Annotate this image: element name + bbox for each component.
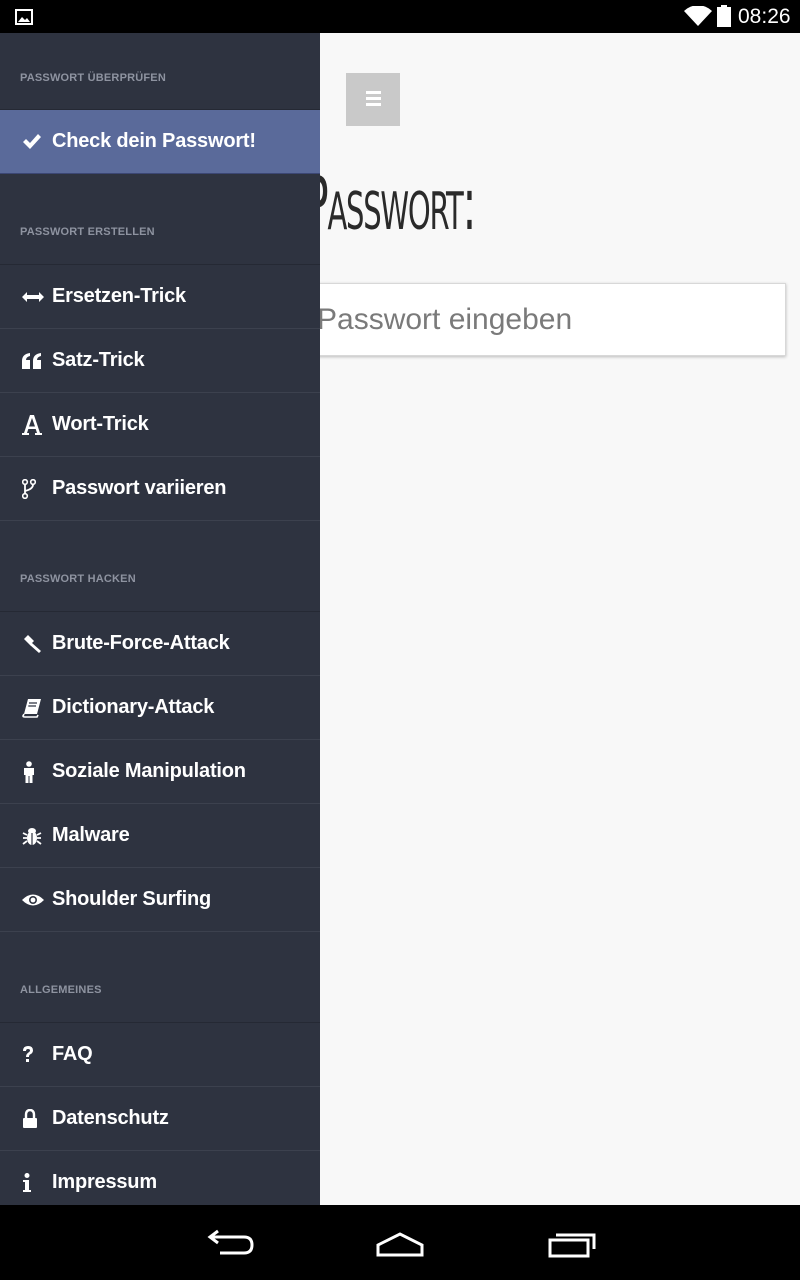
drawer-item-label: FAQ [52,1043,93,1065]
drawer-item-label: Malware [52,824,130,846]
drawer-item-label: Ersetzen-Trick [52,285,186,307]
password-input[interactable] [296,283,786,356]
drawer-item-label: Brute-Force-Attack [52,632,230,654]
drawer-item-label: Impressum [52,1171,157,1193]
drawer-item-faq[interactable]: FAQ [0,1023,320,1087]
drawer-item-dictionary-attack[interactable]: Dictionary-Attack [0,676,320,740]
drawer-item-ersetzen-trick[interactable]: Ersetzen-Trick [0,265,320,329]
hamburger-icon-bar [366,103,381,106]
image-notification-icon [15,9,33,25]
font-icon [0,414,52,435]
drawer-item-datenschutz[interactable]: Datenschutz [0,1087,320,1151]
section-label-hack: PASSWORT HACKEN [0,521,320,612]
navigation-drawer: PASSWORT ÜBERPRÜFEN Check dein Passwort!… [0,33,320,1205]
drawer-item-check-password[interactable]: Check dein Passwort! [0,110,320,174]
drawer-item-label: Wort-Trick [52,413,149,435]
drawer-item-malware[interactable]: Malware [0,804,320,868]
battery-icon [717,5,731,27]
info-icon [0,1172,52,1193]
section-label-check: PASSWORT ÜBERPRÜFEN [0,33,320,110]
system-navigation-bar [0,1205,800,1280]
hamburger-icon-bar [366,97,381,100]
person-icon [0,760,52,783]
question-icon [0,1045,52,1064]
drawer-item-label: Check dein Passwort! [52,130,256,152]
drawer-item-label: Satz-Trick [52,349,145,371]
branch-icon [0,478,52,499]
drawer-item-label: Datenschutz [52,1107,169,1129]
back-button[interactable] [200,1223,260,1263]
drawer-item-brute-force[interactable]: Brute-Force-Attack [0,612,320,676]
status-bar: 08:26 [0,0,800,33]
menu-toggle-button[interactable] [346,73,400,126]
drawer-item-satz-trick[interactable]: Satz-Trick [0,329,320,393]
section-label-create: PASSWORT ERSTELLEN [0,174,320,265]
drawer-item-label: Soziale Manipulation [52,760,246,782]
gavel-icon [0,634,52,654]
quote-icon [0,352,52,369]
drawer-item-soziale-manipulation[interactable]: Soziale Manipulation [0,740,320,804]
clock: 08:26 [738,5,791,28]
bug-icon [0,826,52,846]
hamburger-icon [366,91,381,94]
drawer-item-shoulder-surfing[interactable]: Shoulder Surfing [0,868,320,932]
drawer-item-passwort-variieren[interactable]: Passwort variieren [0,457,320,521]
book-icon [0,698,52,718]
check-icon [0,133,52,151]
eye-icon [0,893,52,907]
home-button[interactable] [370,1223,430,1263]
lock-icon [0,1108,52,1129]
drawer-item-impressum[interactable]: Impressum [0,1151,320,1205]
drawer-item-wort-trick[interactable]: Wort-Trick [0,393,320,457]
section-label-general: ALLGEMEINES [0,932,320,1023]
recent-apps-button[interactable] [542,1223,602,1263]
drawer-item-label: Passwort variieren [52,477,227,499]
arrows-h-icon [0,291,52,303]
wifi-icon [684,6,712,26]
drawer-item-label: Dictionary-Attack [52,696,215,718]
drawer-item-label: Shoulder Surfing [52,888,212,910]
